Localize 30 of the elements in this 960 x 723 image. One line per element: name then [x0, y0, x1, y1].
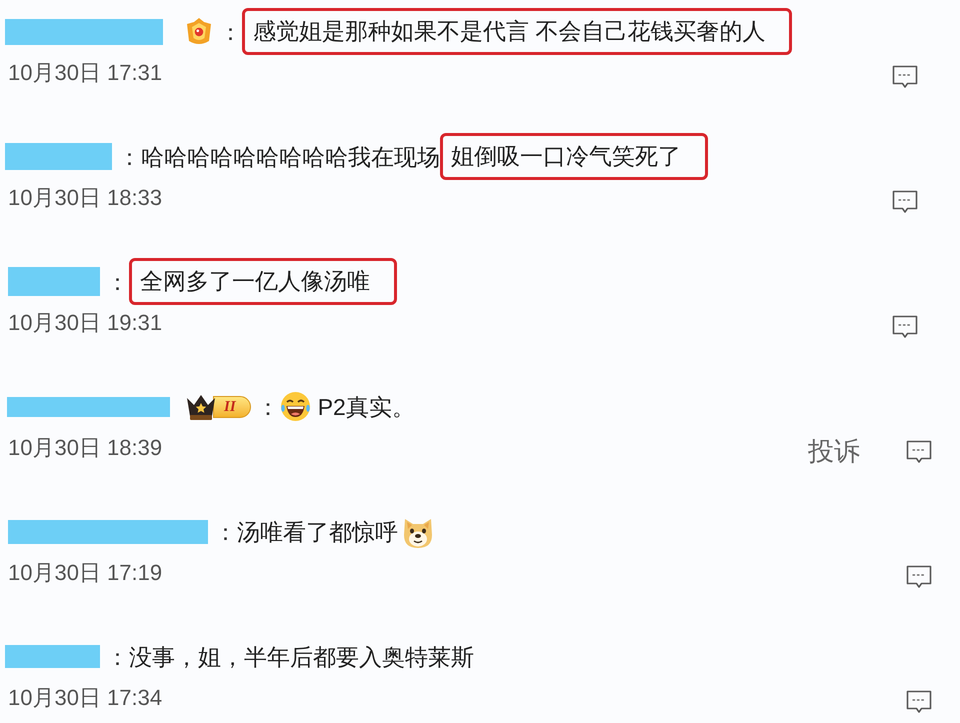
medal-icon	[185, 16, 213, 46]
colon-separator: ：	[219, 18, 242, 46]
highlighted-comment-text: 姐倒吸一口冷气笑死了	[440, 133, 708, 180]
colon-separator: ：	[106, 268, 129, 296]
colon-separator: ：	[256, 392, 280, 422]
colon-separator: ：	[118, 142, 141, 172]
highlighted-comment-text: 感觉姐是那种如果不是代言 不会自己花钱买奢的人	[242, 8, 792, 55]
comment-date: 10月30日 17:19	[8, 560, 162, 586]
comment-text: 哈哈哈哈哈哈哈哈哈我在现场	[141, 142, 440, 172]
comment-date: 10月30日 17:34	[8, 685, 162, 711]
laughing-face-icon	[280, 391, 311, 422]
comment-icon[interactable]	[906, 440, 932, 464]
comment-date: 10月30日 18:33	[8, 185, 162, 211]
colon-separator: ：	[106, 642, 129, 672]
comment-icon[interactable]	[892, 190, 918, 214]
crown-icon	[185, 392, 217, 420]
comment-icon[interactable]	[906, 690, 932, 714]
comment-icon[interactable]	[906, 564, 932, 590]
comment-icon[interactable]	[892, 314, 918, 340]
comment-date: 10月30日 17:31	[8, 60, 162, 86]
level-badge: II	[213, 396, 251, 418]
comment-date: 10月30日 19:31	[8, 310, 162, 336]
comment-date: 10月30日 18:39	[8, 435, 162, 461]
comment-text: 没事，姐，半年后都要入奥特莱斯	[129, 642, 474, 672]
colon-separator: ：	[214, 518, 237, 546]
comment-icon[interactable]	[892, 64, 918, 90]
report-link[interactable]: 投诉	[808, 436, 860, 466]
comment-text: P2真实。	[318, 392, 415, 422]
highlighted-comment-text: 全网多了一亿人像汤唯	[129, 258, 397, 305]
comment-text: 汤唯看了都惊呼	[237, 518, 398, 546]
